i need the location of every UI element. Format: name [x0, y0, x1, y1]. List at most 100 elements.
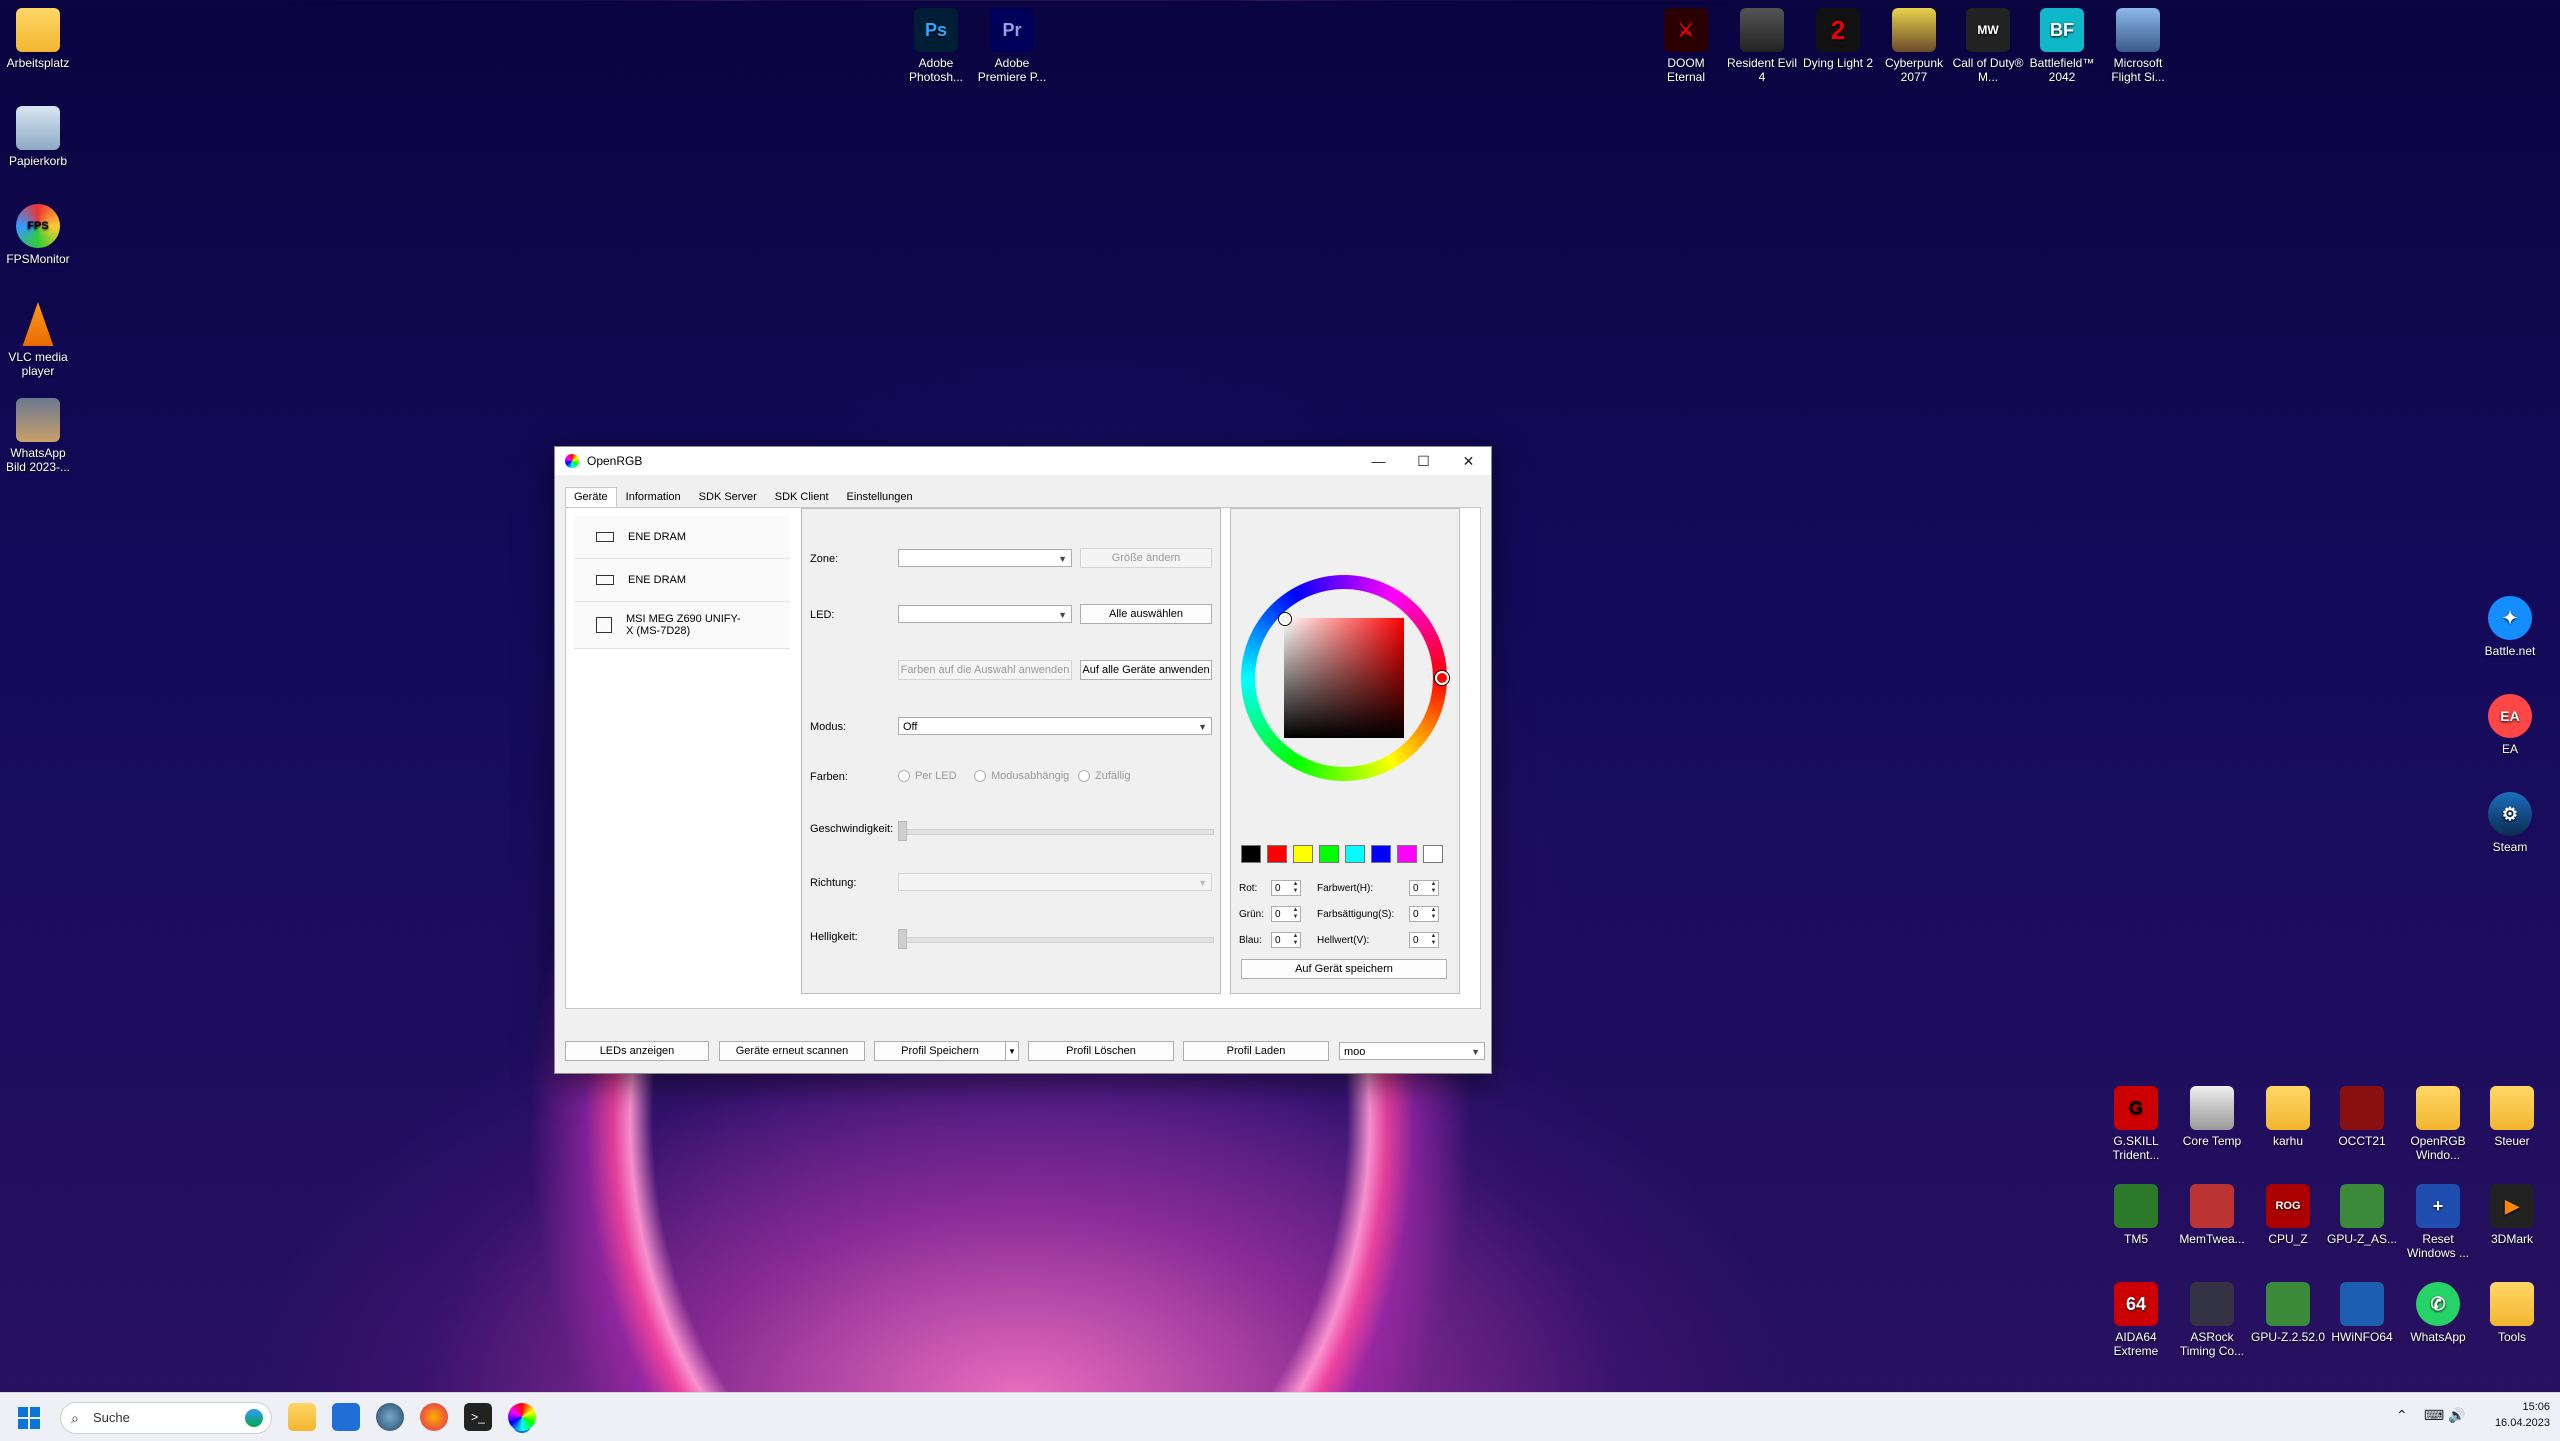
clock[interactable]: 15:06 16.04.2023: [2480, 1399, 2550, 1431]
per-led-radio[interactable]: Per LED: [898, 770, 957, 782]
swatch-red[interactable]: [1267, 845, 1287, 863]
desktop-icon-occt[interactable]: OCCT21: [2324, 1086, 2400, 1148]
desktop-icon-whatsapp-bild[interactable]: WhatsApp Bild 2023-...: [0, 398, 76, 474]
apply-all-button[interactable]: Auf alle Geräte anwenden: [1080, 660, 1212, 680]
spin-arrows-icon[interactable]: ▲ ▼: [1429, 933, 1438, 947]
device-item[interactable]: MSI MEG Z690 UNIFY-X (MS-7D28): [574, 602, 790, 649]
red-spinbox[interactable]: 0 ▲ ▼: [1271, 880, 1301, 896]
spin-arrows-icon[interactable]: ▲ ▼: [1429, 881, 1438, 895]
windows-start-icon[interactable]: [18, 1407, 40, 1429]
title-bar[interactable]: OpenRGB — ☐ ✕: [555, 447, 1491, 475]
desktop-icon-premiere[interactable]: Pr Adobe Premiere P...: [974, 8, 1050, 84]
desktop-icon-cyberpunk[interactable]: Cyberpunk 2077: [1876, 8, 1952, 84]
search-box[interactable]: ⌕ Suche: [60, 1402, 272, 1434]
show-leds-button[interactable]: LEDs anzeigen: [565, 1041, 709, 1061]
desktop-icon-papierkorb[interactable]: Papierkorb: [0, 106, 76, 168]
desktop-icon-asrock-timing[interactable]: ASRock Timing Co...: [2174, 1282, 2250, 1358]
spin-arrows-icon[interactable]: ▲ ▼: [1429, 907, 1438, 921]
network-icon[interactable]: ⌨: [2424, 1407, 2444, 1424]
random-radio[interactable]: Zufällig: [1078, 770, 1130, 782]
spin-arrows-icon[interactable]: ▲ ▼: [1291, 933, 1300, 947]
desktop-icon-battlenet[interactable]: ✦ Battle.net: [2472, 596, 2548, 658]
swatch-green[interactable]: [1319, 845, 1339, 863]
desktop-icon-karhu[interactable]: karhu: [2250, 1086, 2326, 1148]
delete-profile-button[interactable]: Profil Löschen: [1028, 1041, 1174, 1061]
tab-sdk-client[interactable]: SDK Client: [766, 487, 838, 507]
desktop-icon-openrgb-folder[interactable]: OpenRGB Windo...: [2400, 1086, 2476, 1162]
mode-specific-radio[interactable]: Modusabhängig: [974, 770, 1069, 782]
swatch-blue[interactable]: [1371, 845, 1391, 863]
desktop-icon-call-of-duty[interactable]: MW Call of Duty® M...: [1950, 8, 2026, 84]
desktop-icon-gpuz[interactable]: GPU-Z.2.52.0: [2250, 1282, 2326, 1344]
desktop-icon-memtweak[interactable]: MemTwea...: [2174, 1184, 2250, 1246]
value-spinbox[interactable]: 0 ▲ ▼: [1409, 932, 1439, 948]
brightness-slider[interactable]: [898, 937, 1214, 943]
desktop-icon-tm5[interactable]: TM5: [2098, 1184, 2174, 1246]
file-explorer-icon[interactable]: [288, 1403, 316, 1431]
desktop-icon-cpuz[interactable]: ROG CPU_Z: [2250, 1184, 2326, 1246]
green-spinbox[interactable]: 0 ▲ ▼: [1271, 906, 1301, 922]
terminal-icon[interactable]: >_: [464, 1403, 492, 1431]
load-profile-button[interactable]: Profil Laden: [1183, 1041, 1329, 1061]
swatch-white[interactable]: [1423, 845, 1443, 863]
desktop-icon-resident-evil[interactable]: Resident Evil 4: [1724, 8, 1800, 84]
tab-information[interactable]: Information: [617, 487, 690, 507]
desktop-icon-tools[interactable]: Tools: [2474, 1282, 2550, 1344]
desktop-icon-hwinfo[interactable]: HWiNFO64: [2324, 1282, 2400, 1344]
chevron-up-icon[interactable]: ⌃: [2396, 1407, 2408, 1424]
rescan-devices-button[interactable]: Geräte erneut scannen: [719, 1041, 865, 1061]
direction-select[interactable]: ▼: [898, 873, 1212, 891]
bing-icon[interactable]: [245, 1409, 263, 1427]
firefox-icon[interactable]: [420, 1403, 448, 1431]
desktop-icon-battlefield[interactable]: BF Battlefield™ 2042: [2024, 8, 2100, 84]
desktop-icon-steuer[interactable]: Steuer: [2474, 1086, 2550, 1148]
store-icon[interactable]: [332, 1403, 360, 1431]
tab-sdk-server[interactable]: SDK Server: [690, 487, 766, 507]
desktop-icon-arbeitsplatz[interactable]: Arbeitsplatz: [0, 8, 76, 70]
desktop-icon-vlc[interactable]: VLC media player: [0, 302, 76, 378]
openrgb-taskbar-icon[interactable]: [508, 1403, 536, 1431]
close-icon[interactable]: ✕: [1446, 447, 1491, 475]
copilot-icon[interactable]: [376, 1403, 404, 1431]
saturation-spinbox[interactable]: 0 ▲ ▼: [1409, 906, 1439, 922]
desktop-icon-whatsapp[interactable]: ✆ WhatsApp: [2400, 1282, 2476, 1344]
apply-selection-button[interactable]: Farben auf die Auswahl anwenden: [898, 660, 1072, 680]
save-profile-button[interactable]: Profil Speichern: [874, 1041, 1006, 1061]
blue-spinbox[interactable]: 0 ▲ ▼: [1271, 932, 1301, 948]
swatch-black[interactable]: [1241, 845, 1261, 863]
resize-button[interactable]: Größe ändern: [1080, 548, 1212, 568]
volume-icon[interactable]: 🔊: [2448, 1407, 2465, 1424]
speed-slider-handle[interactable]: [898, 821, 907, 841]
mode-select[interactable]: Off ▼: [898, 717, 1212, 735]
desktop-icon-reset-windows[interactable]: + Reset Windows ...: [2400, 1184, 2476, 1260]
profile-select[interactable]: moo ▼: [1339, 1042, 1485, 1060]
brightness-slider-handle[interactable]: [898, 929, 907, 949]
device-item[interactable]: ENE DRAM: [574, 516, 790, 559]
maximize-icon[interactable]: ☐: [1401, 447, 1446, 475]
saturation-value-square[interactable]: [1284, 618, 1404, 738]
swatch-yellow[interactable]: [1293, 845, 1313, 863]
select-all-button[interactable]: Alle auswählen: [1080, 604, 1212, 624]
desktop-icon-aida64[interactable]: 64 AIDA64 Extreme: [2098, 1282, 2174, 1358]
save-to-device-button[interactable]: Auf Gerät speichern: [1241, 959, 1447, 979]
desktop-icon-fpsmonitor[interactable]: FPS FPSMonitor: [0, 204, 76, 266]
speed-slider[interactable]: [898, 829, 1214, 835]
minimize-icon[interactable]: —: [1356, 447, 1401, 475]
spin-arrows-icon[interactable]: ▲ ▼: [1291, 907, 1300, 921]
save-profile-dropdown[interactable]: ▼: [1005, 1041, 1019, 1061]
tab-einstellungen[interactable]: Einstellungen: [838, 487, 922, 507]
swatch-magenta[interactable]: [1397, 845, 1417, 863]
desktop-icon-coretemp[interactable]: Core Temp: [2174, 1086, 2250, 1148]
desktop-icon-3dmark[interactable]: ▶ 3DMark: [2474, 1184, 2550, 1246]
desktop-icon-gpuz-as[interactable]: GPU-Z_AS...: [2324, 1184, 2400, 1246]
device-item[interactable]: ENE DRAM: [574, 559, 790, 602]
hue-cursor[interactable]: [1435, 671, 1449, 685]
desktop-icon-doom[interactable]: ⚔ DOOM Eternal: [1648, 8, 1724, 84]
tab-geraete[interactable]: Geräte: [565, 487, 617, 507]
zone-select[interactable]: ▼: [898, 549, 1072, 567]
hue-spinbox[interactable]: 0 ▲ ▼: [1409, 880, 1439, 896]
desktop-icon-steam[interactable]: ⚙ Steam: [2472, 792, 2548, 854]
desktop-icon-flight-sim[interactable]: Microsoft Flight Si...: [2100, 8, 2176, 84]
swatch-cyan[interactable]: [1345, 845, 1365, 863]
desktop-icon-dying-light[interactable]: 2 Dying Light 2: [1800, 8, 1876, 70]
